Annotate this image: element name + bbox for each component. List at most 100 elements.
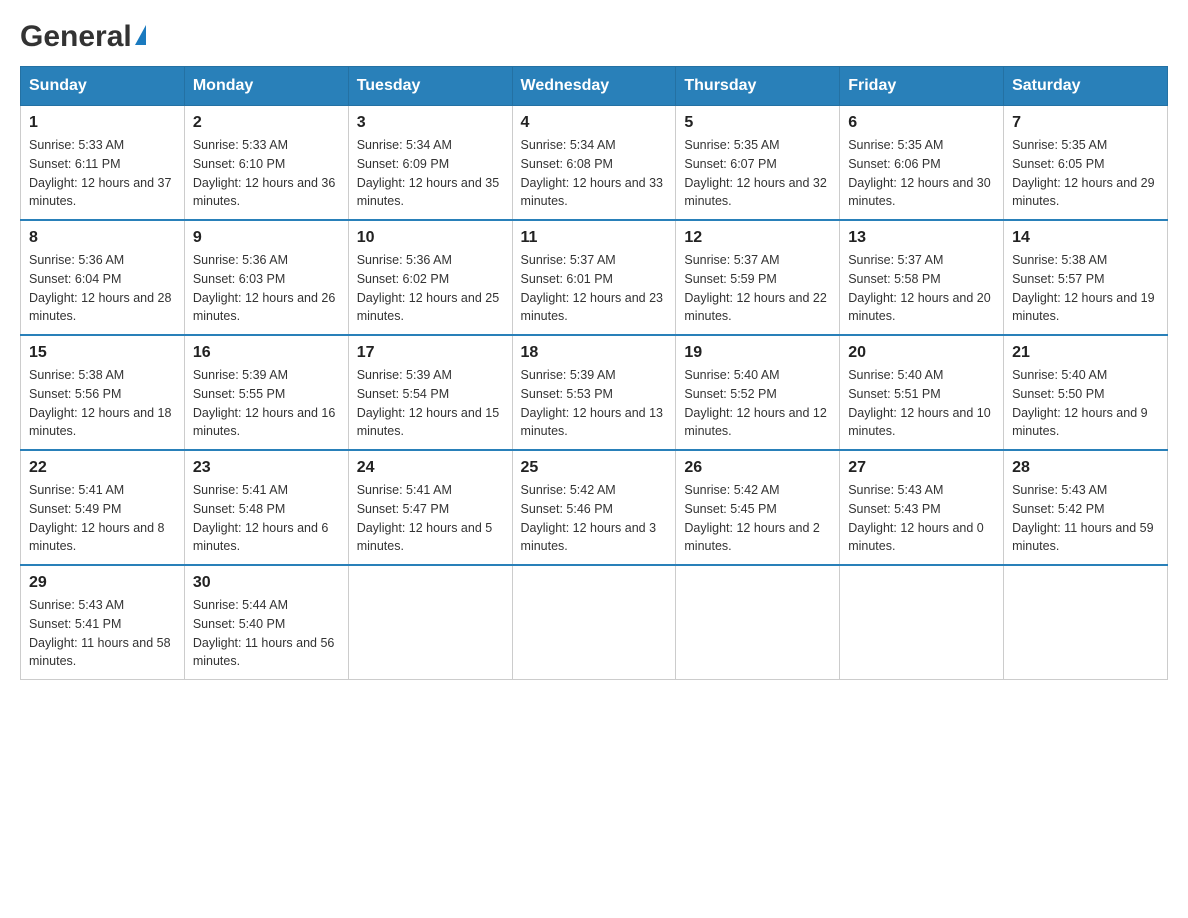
- calendar-week-row: 22Sunrise: 5:41 AMSunset: 5:49 PMDayligh…: [21, 450, 1168, 565]
- calendar-cell: [348, 565, 512, 680]
- day-number: 7: [1012, 114, 1159, 132]
- day-info: Sunrise: 5:38 AMSunset: 5:57 PMDaylight:…: [1012, 251, 1159, 326]
- calendar-cell: 25 Sunrise: 5:42 AMSunset: 5:46 PMDayligh…: [512, 450, 676, 565]
- weekday-header-saturday: Saturday: [1004, 67, 1168, 106]
- day-number: 15: [29, 344, 176, 362]
- day-info: Sunrise: 5:34 AMSunset: 6:08 PMDaylight:…: [521, 136, 668, 211]
- calendar-cell: 6 Sunrise: 5:35 AMSunset: 6:06 PMDaylight…: [840, 106, 1004, 221]
- calendar-week-row: 8 Sunrise: 5:36 AMSunset: 6:04 PMDaylight…: [21, 220, 1168, 335]
- day-info: Sunrise: 5:38 AMSunset: 5:56 PMDaylight:…: [29, 366, 176, 441]
- day-info: Sunrise: 5:34 AMSunset: 6:09 PMDaylight:…: [357, 136, 504, 211]
- calendar-cell: [840, 565, 1004, 680]
- calendar-week-row: 15 Sunrise: 5:38 AMSunset: 5:56 PMDayligh…: [21, 335, 1168, 450]
- day-info: Sunrise: 5:35 AMSunset: 6:05 PMDaylight:…: [1012, 136, 1159, 211]
- day-number: 27: [848, 459, 995, 477]
- calendar-cell: 16 Sunrise: 5:39 AMSunset: 5:55 PMDayligh…: [184, 335, 348, 450]
- calendar-cell: 15 Sunrise: 5:38 AMSunset: 5:56 PMDayligh…: [21, 335, 185, 450]
- calendar-cell: [1004, 565, 1168, 680]
- day-number: 25: [521, 459, 668, 477]
- day-info: Sunrise: 5:39 AMSunset: 5:55 PMDaylight:…: [193, 366, 340, 441]
- day-info: Sunrise: 5:41 AMSunset: 5:47 PMDaylight:…: [357, 481, 504, 556]
- calendar-cell: 8 Sunrise: 5:36 AMSunset: 6:04 PMDaylight…: [21, 220, 185, 335]
- calendar-cell: 12Sunrise: 5:37 AMSunset: 5:59 PMDayligh…: [676, 220, 840, 335]
- day-number: 2: [193, 114, 340, 132]
- day-number: 28: [1012, 459, 1159, 477]
- day-number: 14: [1012, 229, 1159, 247]
- day-number: 26: [684, 459, 831, 477]
- calendar-cell: 17 Sunrise: 5:39 AMSunset: 5:54 PMDayligh…: [348, 335, 512, 450]
- calendar-cell: 3 Sunrise: 5:34 AMSunset: 6:09 PMDaylight…: [348, 106, 512, 221]
- day-info: Sunrise: 5:41 AMSunset: 5:49 PMDaylight:…: [29, 481, 176, 556]
- day-number: 19: [684, 344, 831, 362]
- day-info: Sunrise: 5:36 AMSunset: 6:04 PMDaylight:…: [29, 251, 176, 326]
- weekday-header-monday: Monday: [184, 67, 348, 106]
- calendar-week-row: 1 Sunrise: 5:33 AMSunset: 6:11 PMDaylight…: [21, 106, 1168, 221]
- day-number: 3: [357, 114, 504, 132]
- calendar-cell: [512, 565, 676, 680]
- day-number: 17: [357, 344, 504, 362]
- day-info: Sunrise: 5:41 AMSunset: 5:48 PMDaylight:…: [193, 481, 340, 556]
- day-info: Sunrise: 5:37 AMSunset: 5:58 PMDaylight:…: [848, 251, 995, 326]
- calendar-cell: 29 Sunrise: 5:43 AMSunset: 5:41 PMDayligh…: [21, 565, 185, 680]
- weekday-header-wednesday: Wednesday: [512, 67, 676, 106]
- day-info: Sunrise: 5:39 AMSunset: 5:54 PMDaylight:…: [357, 366, 504, 441]
- day-info: Sunrise: 5:43 AMSunset: 5:43 PMDaylight:…: [848, 481, 995, 556]
- day-number: 8: [29, 229, 176, 247]
- day-number: 24: [357, 459, 504, 477]
- weekday-header-row: SundayMondayTuesdayWednesdayThursdayFrid…: [21, 67, 1168, 106]
- calendar-cell: 19 Sunrise: 5:40 AMSunset: 5:52 PMDayligh…: [676, 335, 840, 450]
- day-number: 16: [193, 344, 340, 362]
- calendar-cell: 21 Sunrise: 5:40 AMSunset: 5:50 PMDayligh…: [1004, 335, 1168, 450]
- day-info: Sunrise: 5:42 AMSunset: 5:46 PMDaylight:…: [521, 481, 668, 556]
- calendar-cell: 23 Sunrise: 5:41 AMSunset: 5:48 PMDayligh…: [184, 450, 348, 565]
- day-info: Sunrise: 5:40 AMSunset: 5:51 PMDaylight:…: [848, 366, 995, 441]
- day-info: Sunrise: 5:33 AMSunset: 6:11 PMDaylight:…: [29, 136, 176, 211]
- day-number: 4: [521, 114, 668, 132]
- day-number: 21: [1012, 344, 1159, 362]
- day-number: 10: [357, 229, 504, 247]
- page-header: General: [20, 20, 1168, 48]
- day-info: Sunrise: 5:42 AMSunset: 5:45 PMDaylight:…: [684, 481, 831, 556]
- day-info: Sunrise: 5:36 AMSunset: 6:03 PMDaylight:…: [193, 251, 340, 326]
- day-info: Sunrise: 5:35 AMSunset: 6:06 PMDaylight:…: [848, 136, 995, 211]
- calendar-cell: 27 Sunrise: 5:43 AMSunset: 5:43 PMDayligh…: [840, 450, 1004, 565]
- logo: General: [20, 20, 146, 48]
- day-info: Sunrise: 5:37 AMSunset: 5:59 PMDaylight:…: [684, 251, 831, 326]
- day-number: 1: [29, 114, 176, 132]
- calendar-cell: 26 Sunrise: 5:42 AMSunset: 5:45 PMDayligh…: [676, 450, 840, 565]
- day-info: Sunrise: 5:39 AMSunset: 5:53 PMDaylight:…: [521, 366, 668, 441]
- day-number: 5: [684, 114, 831, 132]
- day-info: Sunrise: 5:36 AMSunset: 6:02 PMDaylight:…: [357, 251, 504, 326]
- weekday-header-tuesday: Tuesday: [348, 67, 512, 106]
- calendar-cell: 28 Sunrise: 5:43 AMSunset: 5:42 PMDayligh…: [1004, 450, 1168, 565]
- day-info: Sunrise: 5:40 AMSunset: 5:50 PMDaylight:…: [1012, 366, 1159, 441]
- calendar-cell: 9 Sunrise: 5:36 AMSunset: 6:03 PMDaylight…: [184, 220, 348, 335]
- calendar-cell: [676, 565, 840, 680]
- calendar-cell: 4 Sunrise: 5:34 AMSunset: 6:08 PMDaylight…: [512, 106, 676, 221]
- day-info: Sunrise: 5:33 AMSunset: 6:10 PMDaylight:…: [193, 136, 340, 211]
- calendar-cell: 11Sunrise: 5:37 AMSunset: 6:01 PMDayligh…: [512, 220, 676, 335]
- calendar-cell: 13Sunrise: 5:37 AMSunset: 5:58 PMDayligh…: [840, 220, 1004, 335]
- day-number: 6: [848, 114, 995, 132]
- calendar-table: SundayMondayTuesdayWednesdayThursdayFrid…: [20, 66, 1168, 680]
- day-info: Sunrise: 5:43 AMSunset: 5:42 PMDaylight:…: [1012, 481, 1159, 556]
- day-number: 20: [848, 344, 995, 362]
- calendar-cell: 20 Sunrise: 5:40 AMSunset: 5:51 PMDayligh…: [840, 335, 1004, 450]
- weekday-header-friday: Friday: [840, 67, 1004, 106]
- calendar-cell: 22Sunrise: 5:41 AMSunset: 5:49 PMDayligh…: [21, 450, 185, 565]
- day-info: Sunrise: 5:40 AMSunset: 5:52 PMDaylight:…: [684, 366, 831, 441]
- calendar-cell: 5 Sunrise: 5:35 AMSunset: 6:07 PMDaylight…: [676, 106, 840, 221]
- logo-general: General: [20, 20, 132, 54]
- day-info: Sunrise: 5:44 AMSunset: 5:40 PMDaylight:…: [193, 596, 340, 671]
- calendar-cell: 24 Sunrise: 5:41 AMSunset: 5:47 PMDayligh…: [348, 450, 512, 565]
- logo-triangle-icon: [135, 25, 146, 45]
- day-number: 29: [29, 574, 176, 592]
- weekday-header-sunday: Sunday: [21, 67, 185, 106]
- weekday-header-thursday: Thursday: [676, 67, 840, 106]
- day-info: Sunrise: 5:43 AMSunset: 5:41 PMDaylight:…: [29, 596, 176, 671]
- day-info: Sunrise: 5:35 AMSunset: 6:07 PMDaylight:…: [684, 136, 831, 211]
- calendar-cell: 2 Sunrise: 5:33 AMSunset: 6:10 PMDaylight…: [184, 106, 348, 221]
- day-number: 23: [193, 459, 340, 477]
- day-number: 9: [193, 229, 340, 247]
- day-number: 30: [193, 574, 340, 592]
